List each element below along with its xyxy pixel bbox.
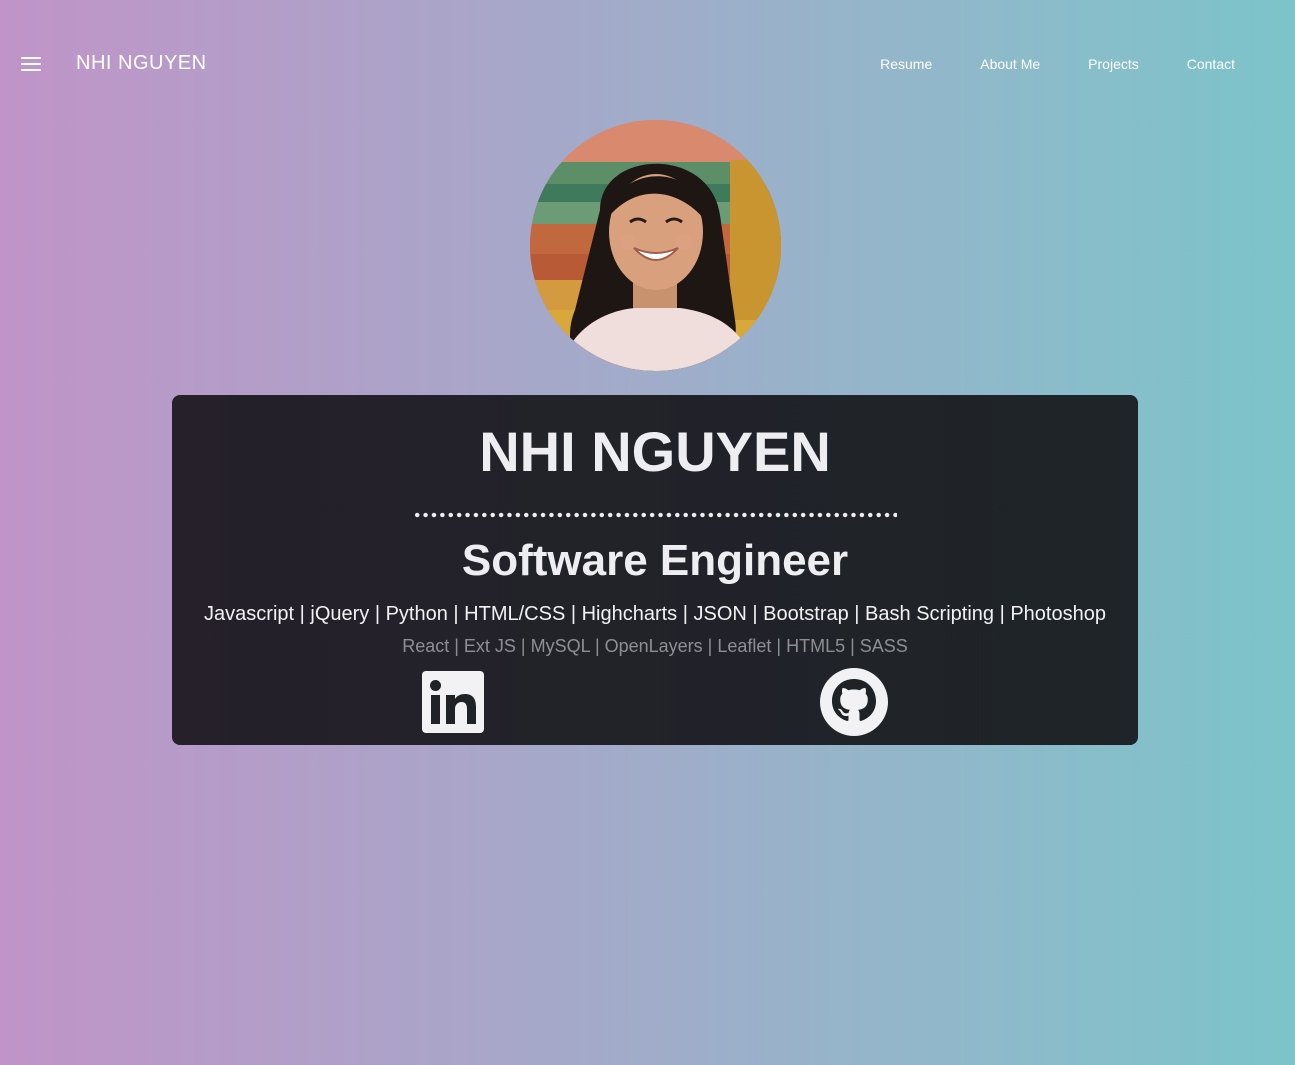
nav-link-about-me[interactable]: About Me: [980, 56, 1040, 72]
dotted-divider: [413, 512, 897, 518]
nav-links: Resume About Me Projects Contact: [880, 56, 1235, 72]
profile-photo: [530, 120, 781, 371]
top-navbar: NHI NGUYEN Resume About Me Projects Cont…: [0, 0, 1295, 130]
hero-name: NHI NGUYEN: [479, 420, 831, 483]
nav-link-resume[interactable]: Resume: [880, 56, 932, 72]
github-link[interactable]: [819, 667, 889, 737]
intro-card: NHI NGUYEN Software Engineer Javascript …: [172, 395, 1138, 745]
skills-secondary: React | Ext JS | MySQL | OpenLayers | Le…: [402, 636, 908, 656]
linkedin-link[interactable]: [418, 667, 488, 737]
nav-link-projects[interactable]: Projects: [1088, 56, 1139, 72]
skills-primary: Javascript | jQuery | Python | HTML/CSS …: [204, 603, 1106, 625]
hero-title: Software Engineer: [461, 536, 849, 585]
hamburger-menu-icon[interactable]: [21, 57, 41, 73]
linkedin-icon: [422, 671, 484, 733]
nav-link-contact[interactable]: Contact: [1187, 56, 1235, 72]
github-icon: [820, 668, 888, 736]
brand-link[interactable]: NHI NGUYEN: [76, 52, 207, 75]
